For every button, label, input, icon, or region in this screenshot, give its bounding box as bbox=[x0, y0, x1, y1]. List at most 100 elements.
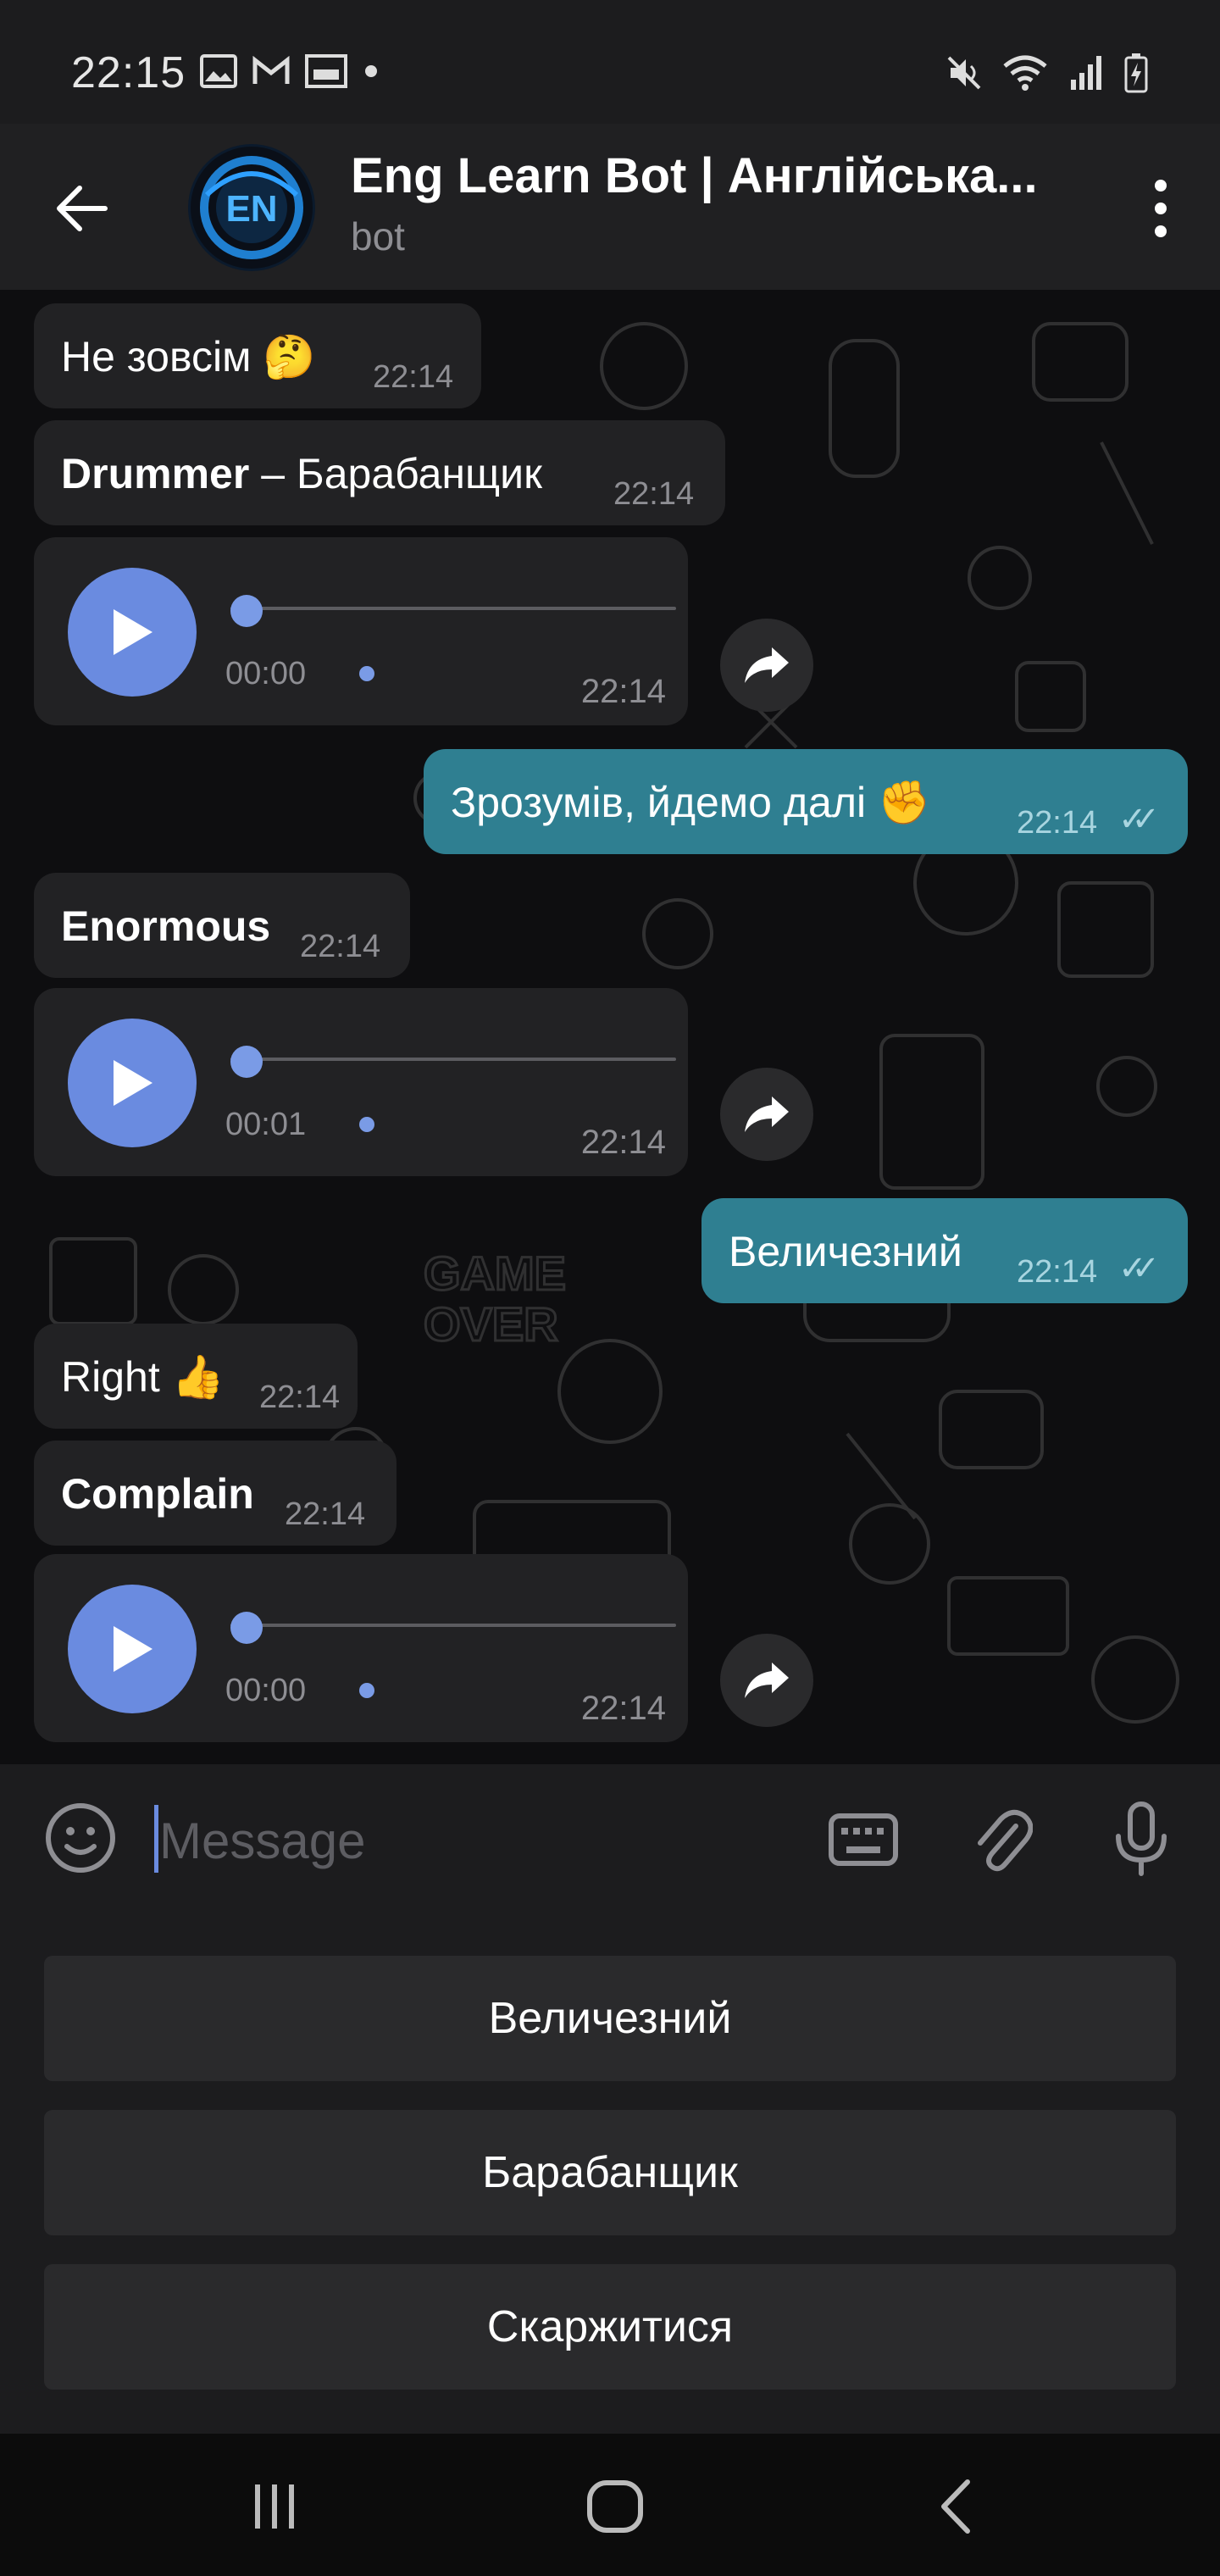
voice-message[interactable]: 00:00 22:14 bbox=[34, 1554, 688, 1742]
voice-duration: 00:00 bbox=[225, 1673, 307, 1708]
status-bar: 22:15 bbox=[0, 0, 1220, 124]
status-time: 22:15 bbox=[71, 48, 186, 97]
message-bubble[interactable]: Enormous 22:14 bbox=[34, 873, 410, 978]
microphone-icon bbox=[1116, 1802, 1167, 1876]
message-time: 22:14 bbox=[1017, 805, 1098, 841]
gmail-icon bbox=[252, 56, 290, 84]
message-time: 22:14 bbox=[580, 673, 666, 710]
keyboard-icon bbox=[829, 1813, 898, 1866]
message-text: Enormous bbox=[61, 902, 270, 951]
chat-header: EN Eng Learn Bot | Англійська... bot bbox=[0, 124, 1220, 290]
voice-message[interactable]: 00:01 22:14 bbox=[34, 988, 688, 1176]
share-arrow-icon bbox=[745, 1096, 789, 1132]
reply-keyboard: Величезний Барабанщик Скаржитися bbox=[0, 1920, 1220, 2434]
voice-waveform[interactable] bbox=[230, 1058, 676, 1061]
smiley-icon bbox=[46, 1803, 115, 1873]
read-checkmarks-icon: ✓✓ bbox=[1118, 1250, 1160, 1287]
message-time: 22:14 bbox=[1017, 1254, 1098, 1290]
voice-unread-dot bbox=[359, 666, 374, 681]
system-nav-bar bbox=[0, 2434, 1220, 2576]
message-text: Drummer – Барабанщик bbox=[61, 449, 542, 498]
chat-subtitle: bot bbox=[351, 214, 405, 258]
message-text: Величезний bbox=[729, 1228, 962, 1275]
emoji-button[interactable] bbox=[42, 1800, 119, 1876]
voice-unread-dot bbox=[359, 1117, 374, 1132]
message-bubble-outgoing[interactable]: Величезний 22:14 ✓✓ bbox=[702, 1198, 1188, 1303]
play-icon bbox=[114, 609, 152, 655]
message-time: 22:14 bbox=[580, 1690, 666, 1727]
reply-option-button[interactable]: Скаржитися bbox=[44, 2264, 1176, 2390]
share-button[interactable] bbox=[720, 1634, 813, 1727]
voice-seek-handle[interactable] bbox=[230, 595, 263, 627]
svg-text:GAME: GAME bbox=[424, 1246, 566, 1300]
wifi-icon bbox=[1003, 55, 1047, 91]
voice-duration: 00:00 bbox=[225, 656, 307, 691]
share-button[interactable] bbox=[720, 619, 813, 712]
recent-apps-icon bbox=[255, 2484, 294, 2529]
reply-option-button[interactable]: Величезний bbox=[44, 1956, 1176, 2081]
voice-duration: 00:01 bbox=[225, 1107, 307, 1142]
attach-button[interactable] bbox=[964, 1802, 1040, 1878]
status-icons-left bbox=[200, 54, 380, 88]
share-button[interactable] bbox=[720, 1068, 813, 1161]
play-icon bbox=[114, 1626, 152, 1672]
message-time: 22:14 bbox=[580, 1124, 666, 1161]
message-translation: – Барабанщик bbox=[249, 450, 542, 497]
message-input[interactable] bbox=[159, 1807, 786, 1874]
recent-apps-button[interactable] bbox=[232, 2473, 317, 2540]
message-time: 22:14 bbox=[259, 1380, 341, 1415]
bot-avatar[interactable]: EN bbox=[188, 144, 315, 271]
message-bubble[interactable]: Drummer – Барабанщик 22:14 bbox=[34, 420, 725, 525]
back-button[interactable] bbox=[47, 175, 115, 242]
message-bold-word: Enormous bbox=[61, 902, 271, 950]
message-bubble[interactable]: Не зовсім 🤔 22:14 bbox=[34, 303, 481, 408]
cast-icon bbox=[305, 54, 347, 88]
voice-unread-dot bbox=[359, 1683, 374, 1698]
more-menu-button[interactable] bbox=[1127, 166, 1195, 251]
bot-keyboard-button[interactable] bbox=[825, 1802, 901, 1878]
more-vertical-icon bbox=[1155, 180, 1167, 237]
paperclip-icon bbox=[978, 1809, 1033, 1872]
message-time: 22:14 bbox=[373, 359, 454, 395]
message-text: Right 👍 bbox=[61, 1353, 225, 1401]
voice-waveform[interactable] bbox=[230, 607, 676, 610]
text-caret bbox=[154, 1805, 158, 1873]
play-button[interactable] bbox=[68, 1585, 197, 1713]
play-button[interactable] bbox=[68, 1019, 197, 1147]
play-icon bbox=[114, 1060, 152, 1106]
message-text: Не зовсім 🤔 bbox=[61, 333, 316, 380]
gallery-icon bbox=[200, 54, 237, 88]
arrow-left-icon bbox=[57, 186, 108, 231]
voice-seek-handle[interactable] bbox=[230, 1046, 263, 1078]
message-bubble-outgoing[interactable]: Зрозумів, йдемо далі ✊ 22:14 ✓✓ bbox=[424, 749, 1188, 854]
voice-waveform[interactable] bbox=[230, 1624, 676, 1627]
read-checkmarks-icon: ✓✓ bbox=[1118, 801, 1160, 838]
message-time: 22:14 bbox=[300, 929, 381, 964]
message-text: Complain bbox=[61, 1469, 254, 1518]
share-arrow-icon bbox=[745, 1663, 789, 1698]
chevron-left-icon bbox=[941, 2479, 970, 2534]
message-bubble[interactable]: Complain 22:14 bbox=[34, 1441, 396, 1546]
mute-icon bbox=[947, 56, 981, 90]
chat-area[interactable]: GAME OVER Не зовсім 🤔 22:14 Drummer – Ба… bbox=[0, 290, 1220, 1764]
play-button[interactable] bbox=[68, 568, 197, 697]
dot-icon bbox=[365, 65, 377, 77]
battery-charging-icon bbox=[1124, 53, 1148, 93]
message-bold-word: Drummer bbox=[61, 450, 250, 497]
voice-message[interactable]: 00:00 22:14 bbox=[34, 537, 688, 725]
message-time: 22:14 bbox=[613, 476, 695, 512]
back-nav-button[interactable] bbox=[913, 2473, 998, 2540]
reply-option-button[interactable]: Барабанщик bbox=[44, 2110, 1176, 2235]
voice-record-button[interactable] bbox=[1103, 1798, 1179, 1879]
message-time: 22:14 bbox=[285, 1496, 366, 1532]
message-text: Зрозумів, йдемо далі ✊ bbox=[451, 779, 931, 826]
signal-icon bbox=[1071, 56, 1101, 90]
voice-seek-handle[interactable] bbox=[230, 1612, 263, 1644]
message-bold-word: Complain bbox=[61, 1470, 254, 1518]
share-arrow-icon bbox=[745, 647, 789, 683]
bot-logo: EN bbox=[191, 147, 313, 269]
svg-text:OVER: OVER bbox=[424, 1297, 558, 1351]
chat-title[interactable]: Eng Learn Bot | Англійська... bbox=[351, 147, 1096, 204]
home-button[interactable] bbox=[573, 2473, 657, 2540]
message-bubble[interactable]: Right 👍 22:14 bbox=[34, 1324, 358, 1429]
